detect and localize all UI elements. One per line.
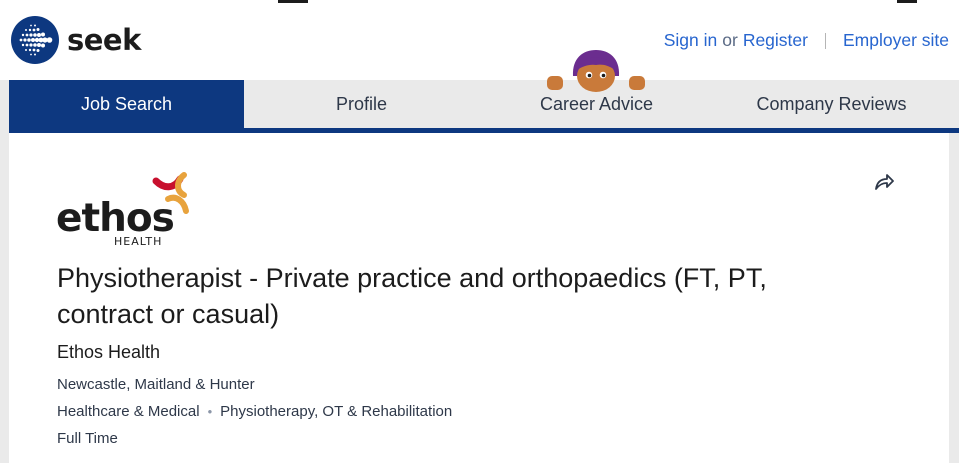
employer-site-link[interactable]: Employer site xyxy=(843,30,949,51)
job-classification: Healthcare & Medical • Physiotherapy, OT &… xyxy=(57,403,452,420)
ethos-health-logo: ethos HEALTH xyxy=(56,172,189,248)
divider xyxy=(824,32,826,49)
job-title: Physiotherapist - Private practice and o… xyxy=(57,263,767,329)
seek-wordmark: seek xyxy=(67,22,141,57)
seek-logo-icon xyxy=(11,16,59,64)
work-type: Full Time xyxy=(57,430,118,447)
seek-logo[interactable]: seek xyxy=(11,16,141,64)
tab-profile[interactable]: Profile xyxy=(244,80,479,128)
top-edge-mark xyxy=(278,0,308,3)
main-nav: Job Search Profile Career Advice Company… xyxy=(9,80,959,128)
top-header: seek Sign in or Register Employer site xyxy=(0,0,959,80)
tab-job-search[interactable]: Job Search xyxy=(9,80,244,128)
share-arrow-icon[interactable] xyxy=(873,171,895,193)
dot-separator: • xyxy=(207,404,213,419)
register-link[interactable]: Register xyxy=(743,30,808,51)
sub-classification-link[interactable]: Physiotherapy, OT & Rehabilitation xyxy=(220,403,452,420)
auth-links: Sign in or Register Employer site xyxy=(664,30,949,51)
peeking-character-icon xyxy=(547,50,645,92)
or-text: or xyxy=(722,30,738,50)
advertiser-name[interactable]: Ethos Health xyxy=(57,342,160,363)
sign-in-link[interactable]: Sign in xyxy=(664,30,718,51)
top-edge-mark xyxy=(897,0,917,3)
tab-company-reviews[interactable]: Company Reviews xyxy=(714,80,949,128)
job-location: Newcastle, Maitland & Hunter xyxy=(57,376,255,393)
ethos-logo-sub: HEALTH xyxy=(114,235,162,248)
job-details-card: ethos HEALTH Physiotherapist - Private p… xyxy=(9,133,949,463)
classification-link[interactable]: Healthcare & Medical xyxy=(57,403,200,420)
